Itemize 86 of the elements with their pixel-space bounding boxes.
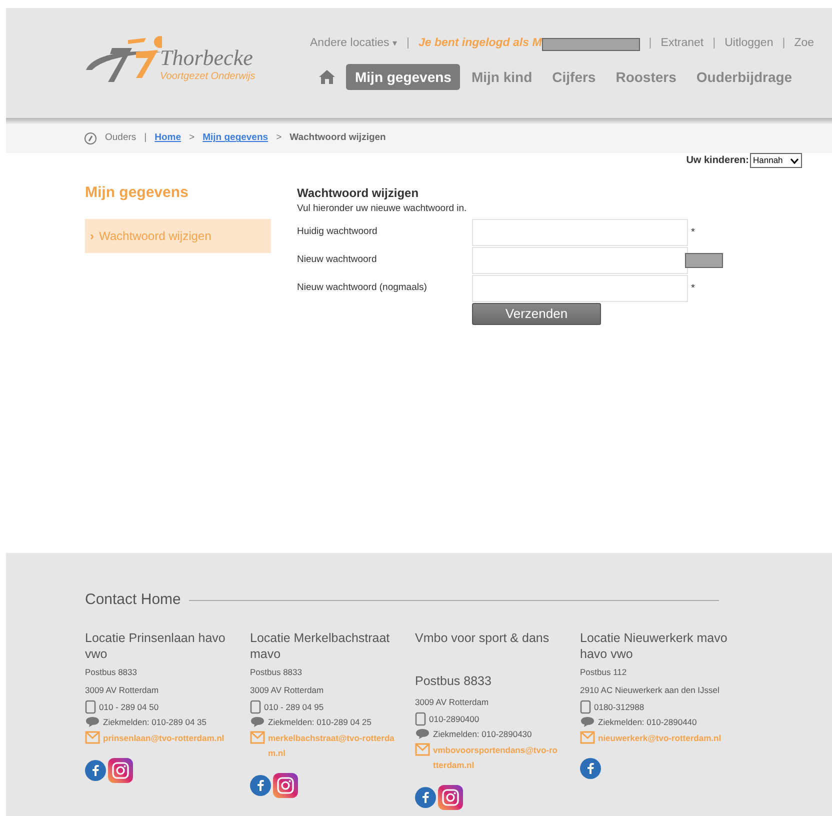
- breadcrumb-separator: >: [189, 131, 195, 146]
- speech-bubble-icon: [580, 716, 595, 728]
- breadcrumb-separator: >: [276, 131, 282, 146]
- submit-button[interactable]: Verzenden: [472, 303, 601, 325]
- facebook-icon[interactable]: [250, 774, 271, 796]
- city-text: 3009 AV Rotterdam: [85, 684, 160, 697]
- breadcrumb-text: Ouders: [105, 131, 136, 146]
- nav-tab[interactable]: Mijn gegevens: [346, 64, 460, 90]
- breadcrumb-separator: |: [144, 131, 147, 146]
- nav-tab[interactable]: Roosters: [610, 64, 682, 90]
- locations-dropdown[interactable]: Andere locaties ▾: [310, 35, 398, 53]
- postbus-text: Postbus 8833: [250, 666, 303, 678]
- password-field[interactable]: [472, 246, 688, 274]
- city-text: 3009 AV Rotterdam: [250, 684, 325, 697]
- phone-number: 010-2890400: [429, 712, 480, 726]
- children-select[interactable]: Hannah: [750, 153, 802, 168]
- email-link[interactable]: prinsenlaan@tvo-rotterdam.nl: [103, 730, 244, 746]
- footer-title: Contact Home: [85, 590, 181, 610]
- facebook-icon[interactable]: [415, 786, 436, 808]
- sick-report-text: Ziekmelden: 010-2890430: [433, 728, 532, 741]
- postbus-text: Postbus 8833: [415, 672, 492, 690]
- city-text: 2910 AC Nieuwerkerk aan den IJssel: [580, 684, 720, 697]
- instagram-icon[interactable]: [108, 758, 133, 783]
- mail-icon: [85, 730, 100, 744]
- location-title: Locatie Merkelbachstraat mavo: [250, 630, 391, 662]
- phone-icon: [415, 712, 426, 726]
- link-separator: |: [782, 36, 786, 52]
- field-label: Nieuw wachtwoord (nogmaals): [297, 281, 428, 296]
- email-link[interactable]: merkelbachstraat@tvo-rotterdam.nl: [268, 730, 415, 761]
- phone-icon: [85, 700, 96, 714]
- location-title: Vmbo voor sport & dans: [415, 630, 550, 647]
- nav-tab[interactable]: Ouderbijdrage: [690, 64, 798, 90]
- header-link[interactable]: Zoe: [794, 35, 814, 53]
- postbus-text: Postbus 8833: [85, 666, 138, 678]
- form-intro: Vul hieronder uw nieuwe wachtwoord in.: [297, 202, 468, 216]
- chevron-down-icon: [790, 158, 799, 164]
- logo-tagline: Voortgezet Onderwijs: [160, 70, 256, 84]
- password-field[interactable]: [472, 274, 688, 302]
- phone-number: 0180-312988: [594, 700, 644, 714]
- compass-icon: [84, 132, 97, 145]
- link-separator: |: [712, 36, 716, 52]
- email-link[interactable]: nieuwerkerk@tvo-rotterdam.nl: [598, 730, 742, 746]
- location-title: Locatie Prinsenlaan havo vwo: [85, 630, 226, 662]
- postbus-text: Postbus 112: [580, 666, 628, 678]
- mail-icon: [415, 742, 430, 756]
- field-label: Nieuw wachtwoord: [297, 253, 378, 268]
- redaction-block: [685, 252, 723, 268]
- instagram-icon[interactable]: [438, 784, 463, 810]
- phone-icon: [580, 700, 591, 714]
- breadcrumb-link[interactable]: Mijn gegevens: [202, 131, 268, 146]
- form-title: Wachtwoord wijzigen: [297, 185, 420, 202]
- header-link[interactable]: Extranet: [660, 35, 704, 53]
- nav-tab[interactable]: Cijfers: [546, 64, 602, 90]
- password-field[interactable]: [472, 218, 688, 246]
- city-text: 3009 AV Rotterdam: [415, 696, 490, 709]
- nav-tab[interactable]: Mijn kind: [465, 64, 538, 90]
- mail-icon: [580, 730, 595, 744]
- required-mark: *: [691, 282, 695, 296]
- instagram-icon[interactable]: [273, 772, 298, 798]
- field-label: Huidig wachtwoord: [297, 225, 378, 240]
- facebook-icon[interactable]: [85, 760, 106, 781]
- children-label: Uw kinderen:: [686, 154, 749, 168]
- link-separator: |: [648, 36, 652, 52]
- phone-number: 010 - 289 04 50: [99, 700, 159, 714]
- sidebar-title: Mijn gegevens: [85, 183, 190, 203]
- phone-icon: [250, 700, 261, 714]
- login-status: Je bent ingelogd als M: [418, 36, 542, 52]
- breadcrumb-current: Wachtwoord wijzigen: [290, 131, 386, 146]
- speech-bubble-icon: [415, 728, 430, 740]
- link-separator: |: [406, 36, 410, 52]
- speech-bubble-icon: [85, 716, 100, 728]
- mail-icon: [250, 730, 265, 744]
- sick-report-text: Ziekmelden: 010-289 04 35: [103, 716, 206, 729]
- facebook-icon[interactable]: [580, 758, 601, 779]
- breadcrumb-link[interactable]: Home: [154, 131, 182, 146]
- required-mark: *: [691, 226, 695, 240]
- header-link[interactable]: Uitloggen: [724, 35, 774, 53]
- chevron-icon: ›: [90, 226, 94, 244]
- logo-wordmark: Thorbecke: [160, 46, 254, 70]
- sidebar-item[interactable]: › Wachtwoord wijzigen: [85, 218, 271, 252]
- speech-bubble-icon: [250, 716, 265, 728]
- location-title: Locatie Nieuwerkerk mavo havo vwo: [580, 630, 728, 662]
- sick-report-text: Ziekmelden: 010-2890440: [598, 716, 697, 729]
- email-link[interactable]: vmbovoorsportendans@tvo-rotterdam.nl: [433, 742, 580, 773]
- sick-report-text: Ziekmelden: 010-289 04 25: [268, 716, 372, 729]
- phone-number: 010 - 289 04 95: [264, 700, 324, 714]
